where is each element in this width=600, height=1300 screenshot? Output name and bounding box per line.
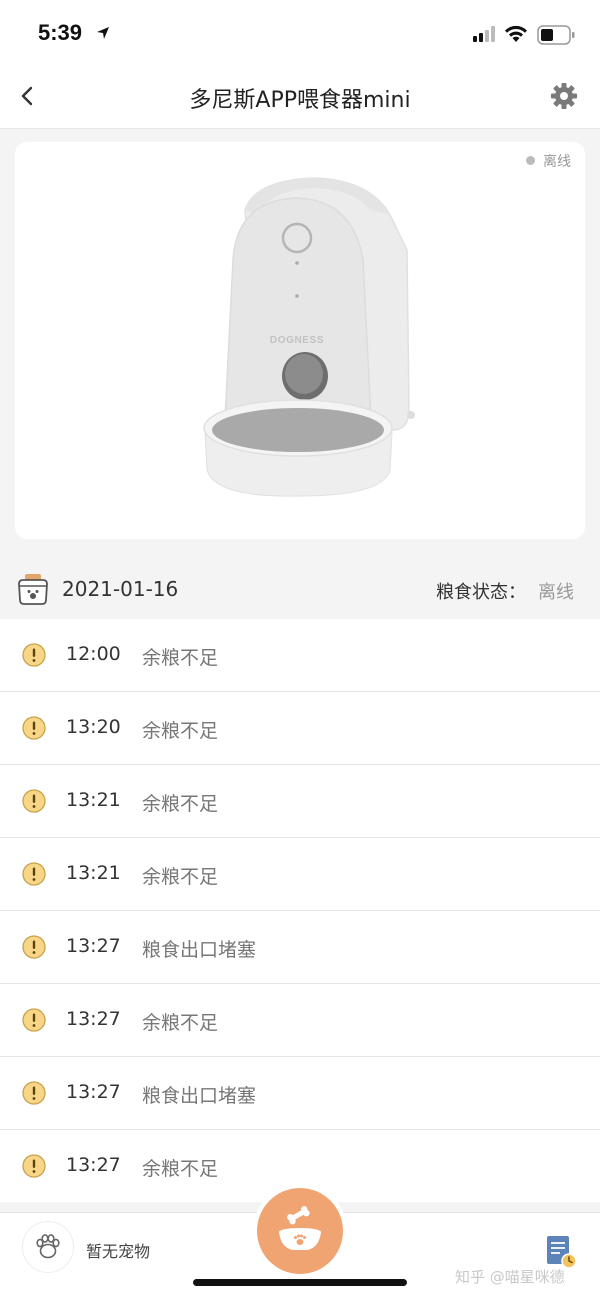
log-time: 13:21	[66, 789, 121, 811]
status-time: 5:39	[38, 20, 83, 45]
calendar-icon	[18, 574, 48, 605]
list-item: 13:21 余粮不足	[0, 838, 600, 911]
list-item: 12:00 余粮不足	[0, 619, 600, 692]
status-bar: 5:39	[0, 0, 600, 66]
warning-icon	[22, 789, 46, 813]
warning-icon	[22, 1081, 46, 1105]
device-status: 离线	[543, 154, 571, 170]
pet-label: 暂无宠物	[86, 1242, 151, 1261]
warning-icon	[22, 935, 46, 959]
log-time: 13:27	[66, 1154, 121, 1176]
food-status-label: 粮食状态：	[436, 582, 526, 603]
date-text: 2021-01-16	[62, 577, 179, 601]
log-message: 余粮不足	[142, 1158, 219, 1180]
log-time: 12:00	[66, 643, 121, 665]
feeder-image: DOGNESS	[203, 177, 415, 497]
record-icon[interactable]	[544, 1234, 578, 1270]
watermark: 知乎 @喵星咪德	[455, 1268, 565, 1286]
back-icon[interactable]	[14, 81, 42, 111]
bowl-icon	[279, 1206, 321, 1250]
location-arrow-icon	[97, 27, 109, 39]
list-item: 13:21 余粮不足	[0, 765, 600, 838]
nav-bar: 多尼斯APP喂食器mini	[0, 66, 600, 129]
log-message: 余粮不足	[142, 647, 219, 669]
warning-icon	[22, 1154, 46, 1178]
battery-icon	[537, 25, 575, 45]
list-item: 13:20 余粮不足	[0, 692, 600, 765]
device-card: 离线 DOGNESS	[15, 142, 585, 539]
warning-icon	[22, 862, 46, 886]
log-message: 余粮不足	[142, 793, 219, 815]
home-indicator	[193, 1279, 407, 1286]
log-message: 余粮不足	[142, 720, 219, 742]
list-item: 13:27 粮食出口堵塞	[0, 911, 600, 984]
list-item: 13:27 余粮不足	[0, 984, 600, 1057]
warning-icon	[22, 1008, 46, 1032]
food-status-value: 离线	[538, 582, 574, 603]
log-message: 余粮不足	[142, 866, 219, 888]
page-title: 多尼斯APP喂食器mini	[189, 88, 411, 113]
log-time: 13:27	[66, 1081, 121, 1103]
list-item: 13:27 粮食出口堵塞	[0, 1057, 600, 1130]
pet-avatar[interactable]	[22, 1221, 74, 1273]
log-time: 13:21	[66, 862, 121, 884]
log-message: 粮食出口堵塞	[142, 1085, 257, 1107]
date-header: 2021-01-16 粮食状态： 离线	[0, 560, 600, 618]
signal-icon	[473, 26, 495, 42]
log-time: 13:27	[66, 1008, 121, 1030]
warning-icon	[22, 643, 46, 667]
log-time: 13:20	[66, 716, 121, 738]
wifi-icon	[505, 25, 527, 42]
status-dot	[526, 156, 535, 165]
log-message: 余粮不足	[142, 1012, 219, 1034]
warning-icon	[22, 716, 46, 740]
log-time: 13:27	[66, 935, 121, 957]
feeder-brand: DOGNESS	[270, 335, 324, 346]
log-list: 12:00 余粮不足 13:20 余粮不足 13:21 余粮不足 13:21 余…	[0, 619, 600, 1202]
feed-button[interactable]	[257, 1188, 343, 1274]
log-message: 粮食出口堵塞	[142, 939, 257, 961]
paw-icon	[36, 1234, 60, 1259]
gear-icon[interactable]	[550, 82, 578, 110]
